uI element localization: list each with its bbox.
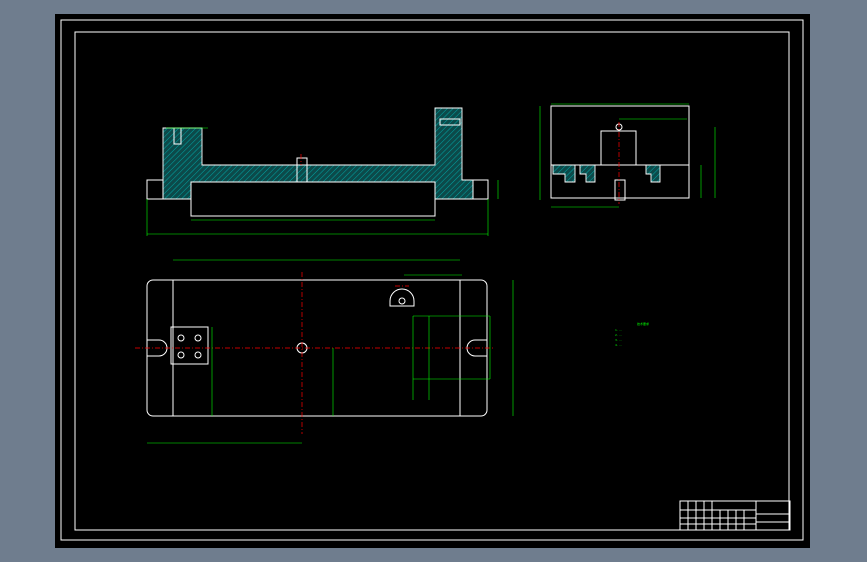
drawing-canvas[interactable]: 技术要求 1. ... 2. ... 3. ... 4. ... (55, 14, 810, 548)
note-2: 2. ... (615, 333, 622, 337)
note-1: 1. ... (615, 328, 622, 332)
title-block[interactable] (679, 500, 791, 531)
side-view[interactable] (539, 103, 716, 208)
app-window: 技术要求 1. ... 2. ... 3. ... 4. ... (0, 0, 867, 562)
inner-border (74, 31, 790, 531)
note-4: 4. ... (615, 343, 622, 347)
note-3: 3. ... (615, 338, 622, 342)
top-view[interactable] (135, 259, 514, 444)
cad-drawing-svg: 技术要求 1. ... 2. ... 3. ... 4. ... (60, 19, 804, 541)
notes-title: 技术要求 (637, 321, 649, 326)
front-section-view[interactable] (146, 107, 499, 236)
technical-notes: 技术要求 1. ... 2. ... 3. ... 4. ... (615, 321, 649, 347)
